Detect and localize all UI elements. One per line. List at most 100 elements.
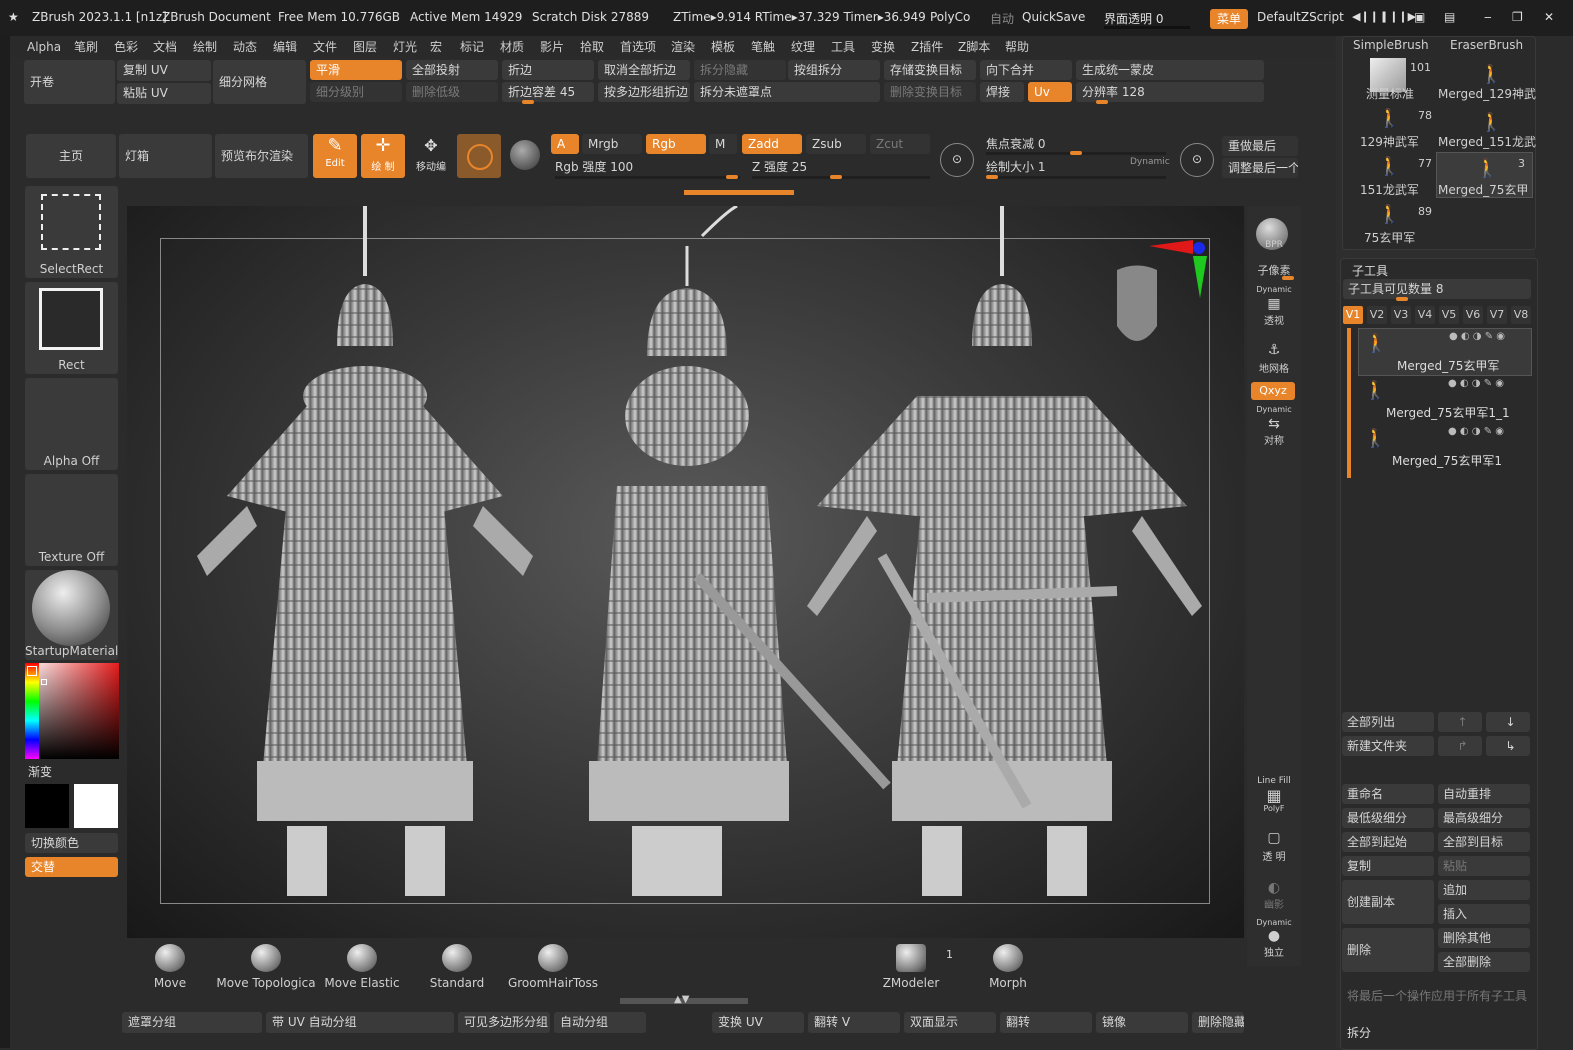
navigation-gizmo[interactable] (1117, 240, 1207, 341)
delete-all-button[interactable]: 全部删除 (1438, 952, 1530, 972)
mirror-button[interactable]: 镜像 (1096, 1012, 1188, 1033)
all-to-start-button[interactable]: 全部到起始 (1342, 832, 1434, 852)
menu-item[interactable]: Z脚本 (958, 36, 990, 58)
solo-icon[interactable]: ● (1252, 928, 1296, 944)
duplicate-button[interactable]: 复制 (1342, 856, 1434, 876)
menu-item[interactable]: 编辑 (273, 36, 297, 58)
move-up-icon[interactable]: ↑ (1438, 712, 1482, 732)
highest-subdiv-button[interactable]: 最高级细分 (1438, 808, 1530, 828)
focal-shift-icon[interactable]: ⊙ (940, 143, 974, 177)
quicksave-button[interactable]: QuickSave (1022, 10, 1085, 24)
subtool-toggles-icon[interactable]: ● ◐ ◑ ✎ ◉ (1448, 426, 1504, 437)
tool-simplebrush[interactable]: SimpleBrush (1353, 38, 1429, 52)
canvas-viewport[interactable] (127, 206, 1244, 938)
menu-item[interactable]: 灯光 (393, 36, 417, 58)
brush-move[interactable]: Move (140, 944, 200, 990)
transparency-icon[interactable]: ▢ (1252, 830, 1296, 846)
weld-toggle[interactable]: 焊接 (980, 82, 1024, 102)
delete-lower-button[interactable]: 删除低级 (406, 82, 498, 102)
split-hidden-button[interactable]: 拆分隐藏 (694, 60, 786, 80)
store-morph-button[interactable]: 存储变换目标 (884, 60, 976, 80)
lowest-subdiv-button[interactable]: 最低级细分 (1342, 808, 1434, 828)
material-selector[interactable]: StartupMaterial (25, 570, 118, 660)
split-section-label[interactable]: 拆分 (1347, 1024, 1371, 1041)
ui-transparency-slider[interactable]: 界面透明 0 (1104, 10, 1163, 27)
move-down-icon[interactable]: ↓ (1486, 712, 1530, 732)
menu-item[interactable]: 影片 (540, 36, 564, 58)
shelf-toggle-icon[interactable]: ▲▼ (674, 994, 689, 1005)
floor-grid-icon[interactable]: ⚓ (1252, 342, 1296, 358)
double-sided-button[interactable]: 双面显示 (904, 1012, 996, 1033)
subtool-item[interactable]: 🚶 ● ◐ ◑ ✎ ◉ Merged_75玄甲军1_1 (1358, 376, 1530, 422)
list-all-button[interactable]: 全部列出 (1342, 712, 1434, 732)
delete-hidden-button[interactable]: 删除隐藏 (1192, 1012, 1244, 1033)
tool-eraserbrush[interactable]: EraserBrush (1450, 38, 1523, 52)
menu-item[interactable]: 变换 (871, 36, 895, 58)
auto-groups-button[interactable]: 自动分组 (554, 1012, 646, 1033)
rgb-intensity-slider[interactable]: Rgb 强度 100 (555, 158, 740, 176)
mask-groups-button[interactable]: 遮罩分组 (122, 1012, 262, 1033)
window-layout-icon[interactable]: ▣ (1414, 10, 1425, 24)
tab-v3[interactable]: V3 (1391, 306, 1411, 324)
draw-size-slider[interactable]: 绘制大小 1 (986, 158, 1106, 176)
menu-item[interactable]: 材质 (500, 36, 524, 58)
menu-item[interactable]: 模板 (711, 36, 735, 58)
z-intensity-knob[interactable] (830, 175, 842, 179)
new-folder-button[interactable]: 新建文件夹 (1342, 736, 1434, 756)
menu-item[interactable]: Z插件 (911, 36, 943, 58)
brush-zmodeler[interactable]: ZModeler (878, 944, 944, 990)
menu-item[interactable]: Alpha (27, 36, 61, 58)
resolution-slider[interactable]: 分辨率 128 (1076, 82, 1264, 102)
subtool-toggles-icon[interactable]: ● ◐ ◑ ✎ ◉ (1449, 331, 1505, 342)
brush-morph[interactable]: Morph (980, 944, 1036, 990)
menu-item[interactable]: 笔触 (751, 36, 775, 58)
tool-merged-75[interactable]: Merged_75玄甲 (1438, 181, 1528, 198)
primary-color-swatch[interactable] (74, 784, 118, 828)
tool-75-army[interactable]: 75玄甲军 (1364, 229, 1415, 246)
hue-cursor[interactable] (27, 666, 37, 676)
lightbox-button[interactable]: 灯箱 (119, 134, 212, 178)
m-toggle[interactable]: M (709, 134, 737, 154)
rgb-toggle[interactable]: Rgb (646, 134, 706, 154)
minimize-icon[interactable]: ‒ (1484, 10, 1492, 24)
all-to-target-button[interactable]: 全部到目标 (1438, 832, 1530, 852)
copy-uv-button[interactable]: 复制 UV (117, 60, 211, 81)
gradient-label[interactable]: 渐变 (28, 763, 52, 780)
crease-button[interactable]: 折边 (502, 60, 594, 80)
menu-item[interactable]: 笔刷 (74, 36, 98, 58)
menu-item[interactable]: 图层 (353, 36, 377, 58)
auto-reorder-button[interactable]: 自动重排 (1438, 784, 1530, 804)
paste-button[interactable]: 粘贴 (1438, 856, 1530, 876)
home-button[interactable]: 主页 (26, 134, 116, 178)
menu-item[interactable]: 标记 (460, 36, 484, 58)
texture-selector[interactable]: Texture Off (25, 474, 118, 566)
subtool-item[interactable]: 🚶 ● ◐ ◑ ✎ ◉ Merged_75玄甲军1 (1358, 424, 1530, 470)
subpixel-knob[interactable] (1282, 276, 1294, 280)
dynamic-size-icon[interactable]: ⊙ (1180, 143, 1214, 177)
tool-merged-129[interactable]: Merged_129神武 (1438, 85, 1536, 102)
adjust-last-button[interactable]: 调整最后一个 (1222, 158, 1298, 178)
polyframe-icon[interactable]: ▦ (1252, 786, 1296, 805)
tab-v1[interactable]: V1 (1343, 306, 1363, 324)
unwrap-button[interactable]: 开卷 (24, 60, 115, 104)
subtool-item[interactable]: 🚶 ● ◐ ◑ ✎ ◉ Merged_75玄甲军 (1358, 328, 1532, 376)
menu-item[interactable]: 宏 (430, 36, 442, 58)
rename-button[interactable]: 重命名 (1342, 784, 1434, 804)
visible-count-knob[interactable] (1396, 297, 1408, 301)
alpha-toggle[interactable]: A (551, 134, 579, 154)
symmetry-icon[interactable]: ⇆ (1252, 416, 1296, 432)
project-all-button[interactable]: 全部投射 (406, 60, 498, 80)
flip-button[interactable]: 翻转 (1000, 1012, 1092, 1033)
tab-v6[interactable]: V6 (1463, 306, 1483, 324)
tool-129-army[interactable]: 129神武军 (1360, 133, 1419, 150)
redo-last-button[interactable]: 重做最后 (1222, 136, 1298, 156)
preview-boolean-button[interactable]: 预览布尔渲染 (215, 134, 308, 178)
edit-mode-button[interactable]: ✎ Edit (313, 134, 357, 178)
crease-tolerance-slider[interactable]: 折边容差 45 (502, 82, 594, 102)
color-picker[interactable] (25, 663, 119, 759)
folder-up-icon[interactable]: ↱ (1438, 736, 1482, 756)
selectrect-tool[interactable]: SelectRect (25, 186, 118, 278)
tab-v8[interactable]: V8 (1511, 306, 1531, 324)
delete-morph-button[interactable]: 删除变换目标 (884, 82, 976, 102)
toolbar-scroll-indicator[interactable] (684, 190, 794, 195)
